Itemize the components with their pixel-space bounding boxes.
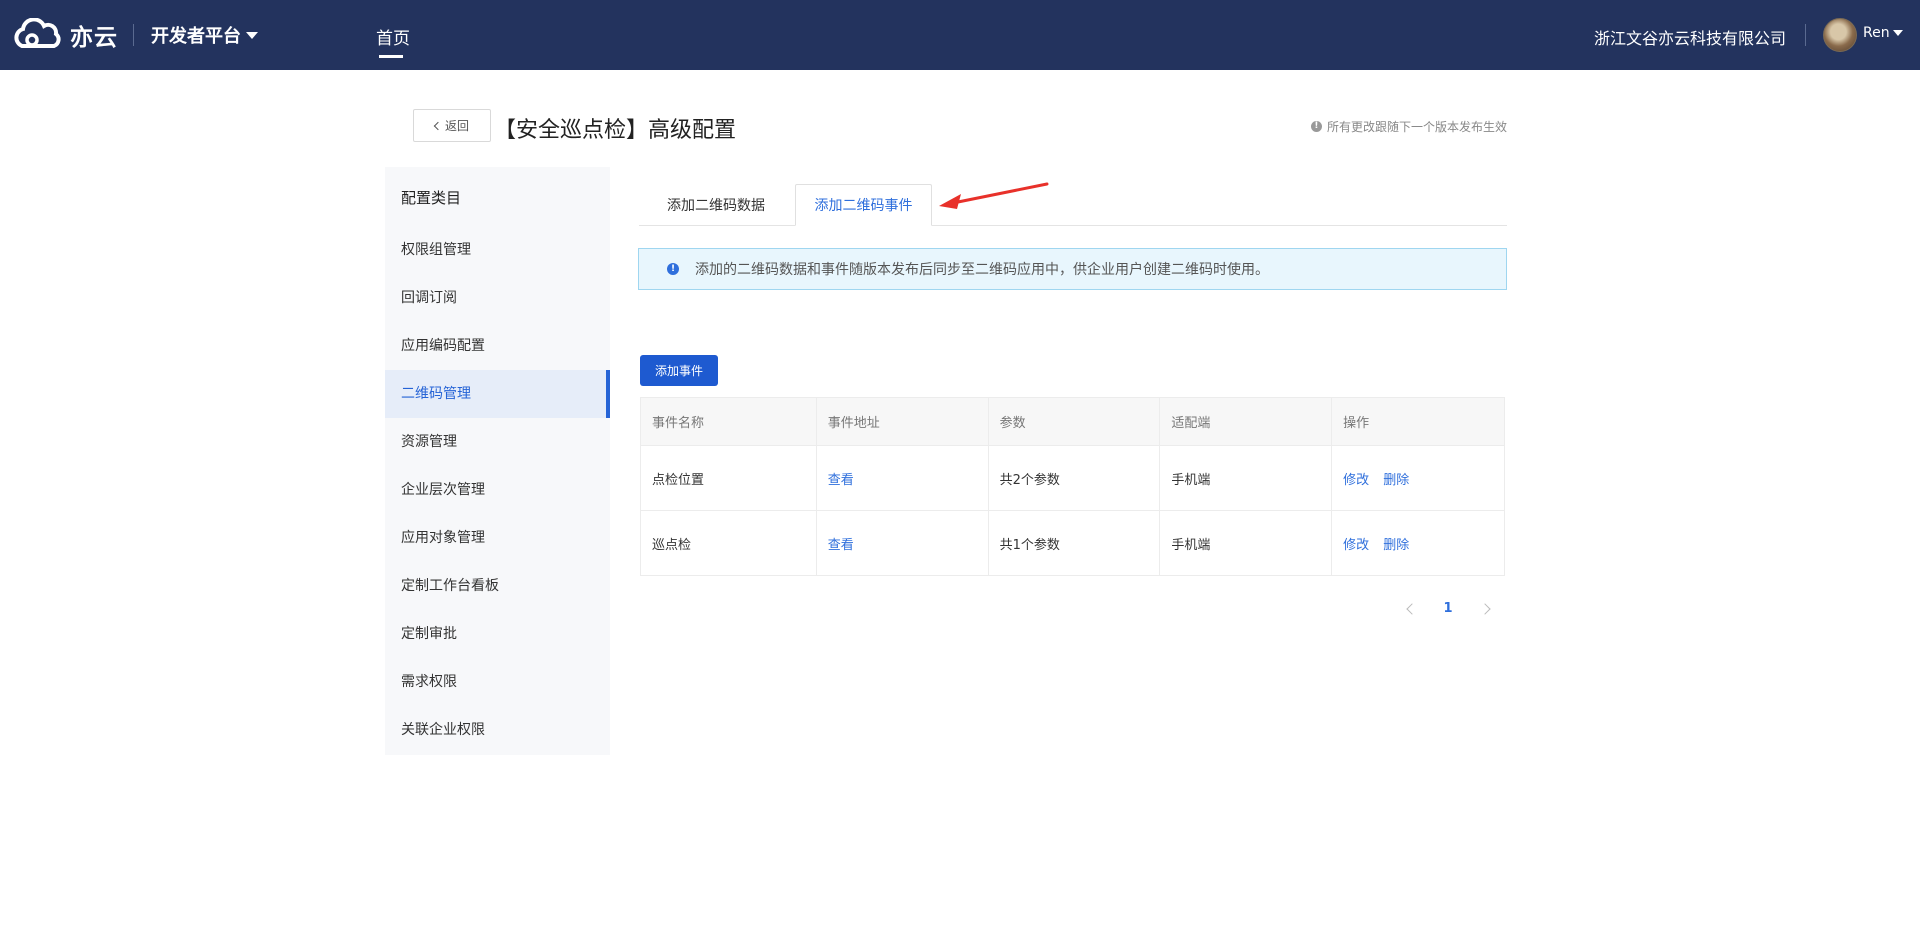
- tab-add-qrcode-event[interactable]: 添加二维码事件: [795, 184, 932, 226]
- user-menu[interactable]: Ren: [1863, 25, 1903, 41]
- publish-notice: ! 所有更改跟随下一个版本发布生效: [1310, 118, 1507, 135]
- sidebar-item-related-enterprise-permission[interactable]: 关联企业权限: [385, 706, 610, 754]
- params-cell: 共2个参数: [987, 445, 1161, 511]
- column-header: 参数: [987, 397, 1161, 446]
- brand-logo[interactable]: 亦云: [12, 17, 118, 53]
- column-header: 操作: [1331, 397, 1505, 446]
- platform-switcher[interactable]: 开发者平台: [151, 22, 258, 48]
- column-header: 事件名称: [640, 397, 817, 446]
- delete-link[interactable]: 删除: [1383, 473, 1409, 488]
- sidebar-item-requirement-permission[interactable]: 需求权限: [385, 658, 610, 706]
- info-alert-text: 添加的二维码数据和事件随版本发布后同步至二维码应用中，供企业用户创建二维码时使用…: [695, 262, 1269, 278]
- sidebar-item-custom-dashboard[interactable]: 定制工作台看板: [385, 562, 610, 610]
- table-row: 巡点检 查看 共1个参数 手机端 修改 删除: [640, 510, 1505, 576]
- event-name-cell: 巡点检: [640, 510, 817, 576]
- annotation-arrow-icon: [939, 182, 1049, 209]
- sidebar-item-app-code-config[interactable]: 应用编码配置: [385, 322, 610, 370]
- publish-notice-text: 所有更改跟随下一个版本发布生效: [1326, 120, 1507, 134]
- top-navigation-bar: 亦云 开发者平台 首页 浙江文谷亦云科技有限公司 Ren: [0, 0, 1920, 70]
- view-address-link[interactable]: 查看: [828, 538, 854, 553]
- company-name[interactable]: 浙江文谷亦云科技有限公司: [1594, 25, 1786, 49]
- column-header: 事件地址: [815, 397, 989, 446]
- sidebar-item-app-object-management[interactable]: 应用对象管理: [385, 514, 610, 562]
- table-row: 点检位置 查看 共2个参数 手机端 修改 删除: [640, 445, 1505, 511]
- platform-cell: 手机端: [1159, 510, 1333, 576]
- sidebar-title: 配置类目: [401, 189, 462, 207]
- events-table: 事件名称 事件地址 参数 适配端 操作 点检位置 查看 共2个参数 手机端 修改…: [640, 397, 1505, 576]
- params-cell: 共1个参数: [987, 510, 1161, 576]
- back-button-label: 返回: [444, 119, 469, 133]
- sidebar-item-custom-approval[interactable]: 定制审批: [385, 610, 610, 658]
- event-name-cell: 点检位置: [640, 445, 817, 511]
- pagination-next-icon[interactable]: [1479, 603, 1491, 615]
- edit-link[interactable]: 修改: [1343, 538, 1369, 553]
- logo-divider: [133, 24, 134, 46]
- page-title: 【安全巡点检】高级配置: [494, 118, 737, 143]
- info-alert: ! 添加的二维码数据和事件随版本发布后同步至二维码应用中，供企业用户创建二维码时…: [638, 248, 1507, 290]
- edit-link[interactable]: 修改: [1343, 473, 1369, 488]
- pagination-prev-icon[interactable]: [1406, 603, 1418, 615]
- nav-active-underline: [379, 55, 403, 58]
- view-address-link[interactable]: 查看: [828, 473, 854, 488]
- pagination-page-current[interactable]: 1: [1440, 601, 1456, 616]
- platform-label: 开发者平台: [151, 26, 241, 47]
- info-icon: !: [1310, 121, 1322, 132]
- nav-home-link[interactable]: 首页: [376, 24, 410, 49]
- info-icon: !: [667, 263, 679, 275]
- caret-down-icon: [246, 31, 258, 39]
- sidebar-item-qrcode-management[interactable]: 二维码管理: [385, 370, 610, 418]
- sidebar-item-resource-management[interactable]: 资源管理: [385, 418, 610, 466]
- user-name: Ren: [1863, 25, 1890, 41]
- brand-name: 亦云: [70, 25, 118, 51]
- back-button[interactable]: 返回: [413, 109, 491, 142]
- chevron-left-icon: [433, 121, 443, 130]
- platform-cell: 手机端: [1159, 445, 1333, 511]
- sidebar-item-callback-subscription[interactable]: 回调订阅: [385, 274, 610, 322]
- sidebar-item-enterprise-hierarchy[interactable]: 企业层次管理: [385, 466, 610, 514]
- user-divider: [1805, 24, 1806, 46]
- avatar[interactable]: [1823, 18, 1857, 52]
- add-event-button[interactable]: 添加事件: [640, 355, 718, 386]
- sidebar-item-permission-groups[interactable]: 权限组管理: [385, 226, 610, 274]
- delete-link[interactable]: 删除: [1383, 538, 1409, 553]
- caret-down-icon: [1892, 30, 1903, 36]
- tab-add-qrcode-data[interactable]: 添加二维码数据: [640, 184, 792, 226]
- config-sidebar: 配置类目 权限组管理 回调订阅 应用编码配置 二维码管理 资源管理 企业层次管理…: [385, 167, 610, 755]
- cloud-logo-icon: [14, 18, 61, 48]
- column-header: 适配端: [1159, 397, 1333, 446]
- table-header-row: 事件名称 事件地址 参数 适配端 操作: [640, 397, 1505, 446]
